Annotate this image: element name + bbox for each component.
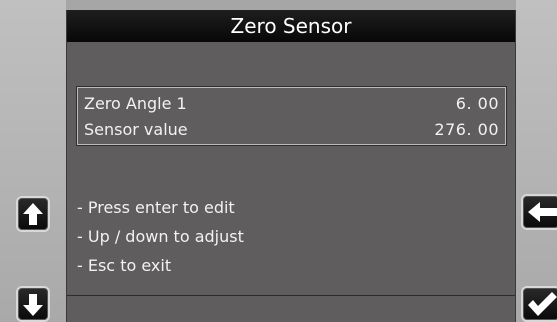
arrow-up-icon — [23, 203, 43, 225]
down-button[interactable] — [16, 286, 50, 322]
title-bar: Zero Sensor — [67, 10, 515, 42]
left-bezel — [0, 0, 66, 322]
arrow-left-icon — [528, 202, 557, 222]
divider — [67, 295, 515, 296]
param-row-sensor-value[interactable]: Sensor value 276. 00 — [78, 116, 505, 142]
parameter-list: Zero Angle 1 6. 00 Sensor value 276. 00 — [76, 86, 507, 146]
instruction-line: - Up / down to adjust — [77, 227, 244, 246]
display-screen: Zero Sensor Zero Angle 1 6. 00 Sensor va… — [66, 10, 516, 322]
page-title: Zero Sensor — [230, 14, 352, 38]
checkmark-icon — [528, 292, 557, 316]
up-button[interactable] — [16, 196, 50, 232]
instruction-line: - Esc to exit — [77, 256, 172, 275]
param-row-zero-angle[interactable]: Zero Angle 1 6. 00 — [78, 90, 505, 116]
instruction-line: - Press enter to edit — [77, 198, 235, 217]
param-label: Sensor value — [84, 119, 188, 139]
param-value: 6. 00 — [455, 93, 499, 113]
instructions: - Press enter to edit - Up / down to adj… — [77, 193, 244, 280]
param-label: Zero Angle 1 — [84, 93, 187, 113]
enter-button[interactable] — [521, 286, 557, 322]
back-button[interactable] — [521, 194, 557, 230]
right-bezel — [516, 0, 557, 322]
arrow-down-icon — [23, 294, 43, 316]
param-value: 276. 00 — [434, 119, 499, 139]
